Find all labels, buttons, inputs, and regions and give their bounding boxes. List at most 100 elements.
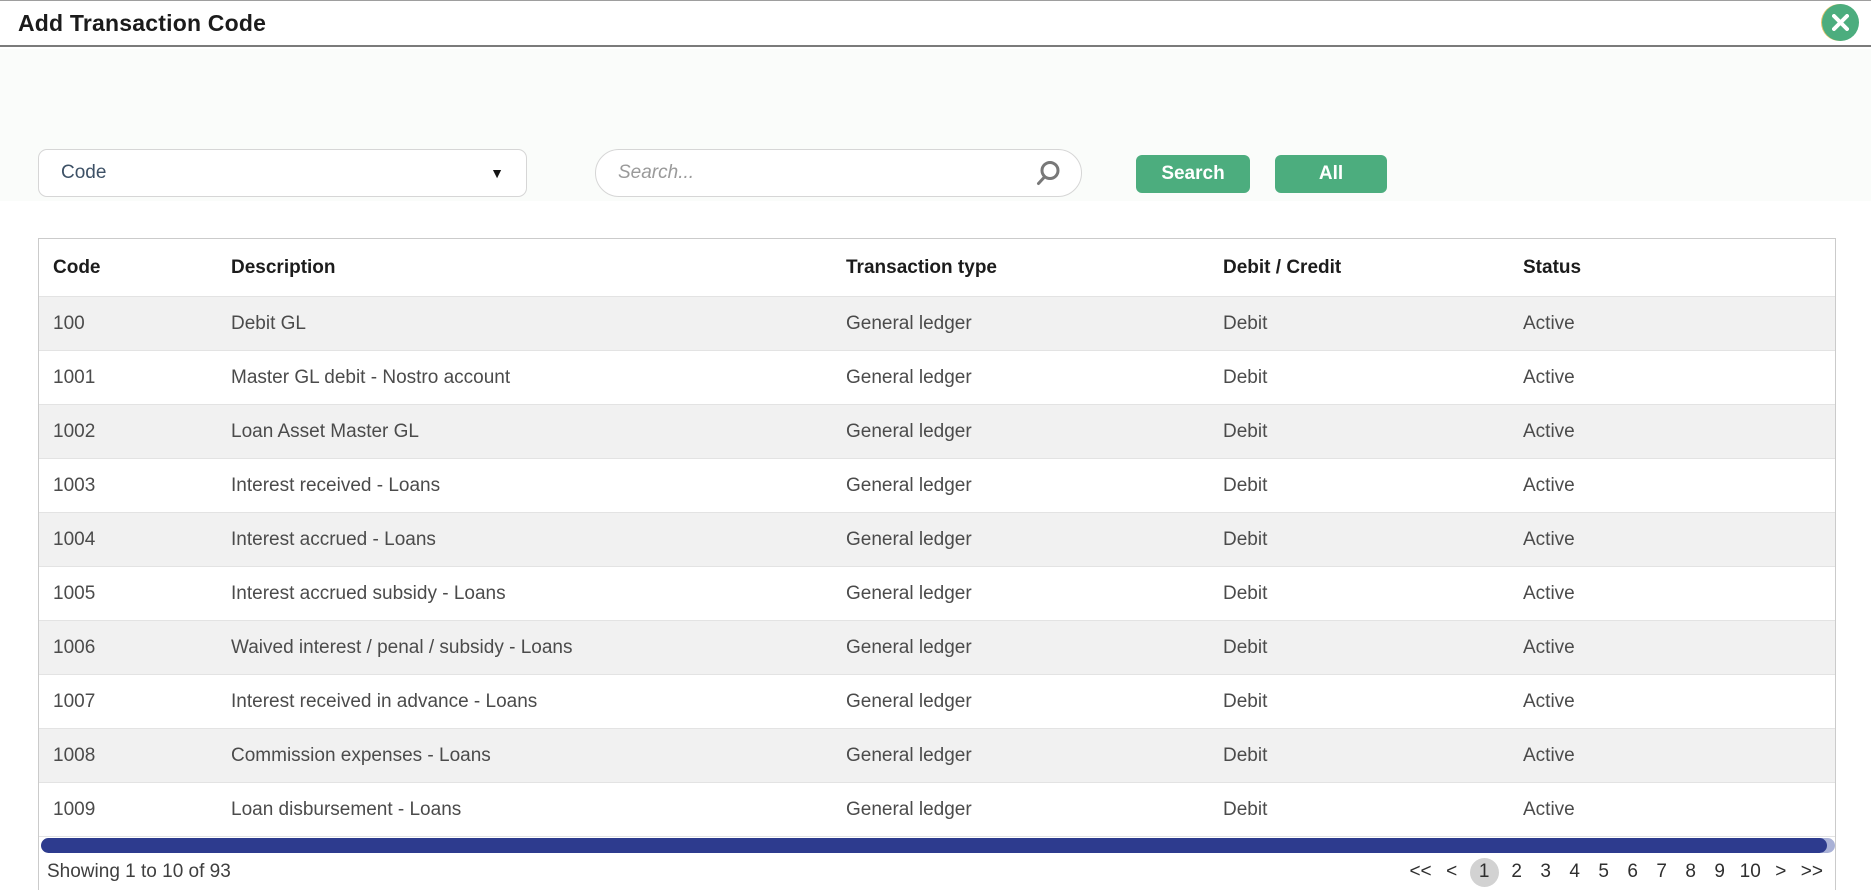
cell-description: Commission expenses - Loans [231, 745, 846, 767]
cell-transaction-type: General ledger [846, 313, 1223, 335]
cell-code: 1002 [53, 421, 231, 443]
page-button-2[interactable]: 2 [1506, 858, 1528, 887]
cell-code: 1004 [53, 529, 231, 551]
table-row[interactable]: 1004 Interest accrued - Loans General le… [39, 513, 1835, 567]
cell-debit-credit: Debit [1223, 691, 1523, 713]
filter-bar: Code ▼ Search All [0, 49, 1871, 201]
page-button-4[interactable]: 4 [1564, 858, 1586, 887]
cell-description: Interest received - Loans [231, 475, 846, 497]
cell-status: Active [1523, 583, 1835, 605]
transaction-codes-table: Code Description Transaction type Debit … [38, 238, 1836, 890]
column-header-transaction-type: Transaction type [846, 257, 1223, 279]
search-input[interactable] [618, 162, 1033, 184]
page-button-3[interactable]: 3 [1535, 858, 1557, 887]
cell-code: 100 [53, 313, 231, 335]
all-button[interactable]: All [1275, 155, 1387, 193]
cell-transaction-type: General ledger [846, 637, 1223, 659]
cell-debit-credit: Debit [1223, 637, 1523, 659]
cell-debit-credit: Debit [1223, 421, 1523, 443]
cell-transaction-type: General ledger [846, 799, 1223, 821]
search-box [595, 149, 1082, 197]
chevron-down-icon: ▼ [490, 165, 504, 181]
horizontal-scrollbar[interactable] [39, 837, 1835, 854]
cell-transaction-type: General ledger [846, 583, 1223, 605]
cell-description: Interest received in advance - Loans [231, 691, 846, 713]
cell-transaction-type: General ledger [846, 529, 1223, 551]
cell-status: Active [1523, 691, 1835, 713]
column-header-description: Description [231, 257, 846, 279]
table-row[interactable]: 1005 Interest accrued subsidy - Loans Ge… [39, 567, 1835, 621]
cell-description: Debit GL [231, 313, 846, 335]
table-header-row: Code Description Transaction type Debit … [39, 239, 1835, 297]
cell-description: Master GL debit - Nostro account [231, 367, 846, 389]
page-button-8[interactable]: 8 [1680, 858, 1702, 887]
cell-debit-credit: Debit [1223, 475, 1523, 497]
cell-status: Active [1523, 529, 1835, 551]
cell-code: 1007 [53, 691, 231, 713]
column-header-code: Code [53, 257, 231, 279]
close-button[interactable] [1822, 4, 1859, 41]
table-row[interactable]: 1007 Interest received in advance - Loan… [39, 675, 1835, 729]
cell-transaction-type: General ledger [846, 745, 1223, 767]
table-row[interactable]: 1009 Loan disbursement - Loans General l… [39, 783, 1835, 837]
cell-status: Active [1523, 637, 1835, 659]
cell-description: Interest accrued - Loans [231, 529, 846, 551]
page-button-10[interactable]: 10 [1738, 858, 1763, 887]
scrollbar-thumb[interactable] [41, 838, 1827, 853]
pagination: <<<12345678910>>> [1407, 858, 1825, 887]
table-body: 100 Debit GL General ledger Debit Active… [39, 297, 1835, 837]
cell-status: Active [1523, 367, 1835, 389]
cell-code: 1006 [53, 637, 231, 659]
table-row[interactable]: 1001 Master GL debit - Nostro account Ge… [39, 351, 1835, 405]
cell-transaction-type: General ledger [846, 691, 1223, 713]
table-row[interactable]: 1006 Waived interest / penal / subsidy -… [39, 621, 1835, 675]
next-page-button[interactable]: > [1770, 858, 1792, 887]
cell-description: Waived interest / penal / subsidy - Loan… [231, 637, 846, 659]
cell-debit-credit: Debit [1223, 583, 1523, 605]
search-icon [1033, 158, 1063, 188]
field-selector-value: Code [61, 162, 490, 184]
cell-status: Active [1523, 421, 1835, 443]
page-button-5[interactable]: 5 [1593, 858, 1615, 887]
cell-status: Active [1523, 313, 1835, 335]
page-title: Add Transaction Code [18, 10, 266, 37]
table-row[interactable]: 1008 Commission expenses - Loans General… [39, 729, 1835, 783]
cell-status: Active [1523, 745, 1835, 767]
cell-debit-credit: Debit [1223, 529, 1523, 551]
search-button[interactable]: Search [1136, 155, 1250, 193]
cell-status: Active [1523, 799, 1835, 821]
cell-transaction-type: General ledger [846, 421, 1223, 443]
cell-debit-credit: Debit [1223, 799, 1523, 821]
field-selector-dropdown[interactable]: Code ▼ [38, 149, 527, 197]
column-header-debit-credit: Debit / Credit [1223, 257, 1523, 279]
cell-code: 1005 [53, 583, 231, 605]
first-page-button[interactable]: << [1407, 858, 1433, 887]
cell-description: Loan Asset Master GL [231, 421, 846, 443]
table-footer: Showing 1 to 10 of 93 <<<12345678910>>> [39, 854, 1835, 890]
showing-count: Showing 1 to 10 of 93 [47, 861, 231, 883]
column-header-status: Status [1523, 257, 1835, 279]
add-transaction-code-modal: Add Transaction Code Code ▼ Search All C… [0, 0, 1871, 896]
cell-status: Active [1523, 475, 1835, 497]
cell-description: Interest accrued subsidy - Loans [231, 583, 846, 605]
modal-header: Add Transaction Code [0, 1, 1871, 47]
table-row[interactable]: 1002 Loan Asset Master GL General ledger… [39, 405, 1835, 459]
prev-page-button[interactable]: < [1441, 858, 1463, 887]
cell-code: 1009 [53, 799, 231, 821]
cell-code: 1008 [53, 745, 231, 767]
cell-transaction-type: General ledger [846, 367, 1223, 389]
last-page-button[interactable]: >> [1799, 858, 1825, 887]
cell-debit-credit: Debit [1223, 745, 1523, 767]
page-button-1[interactable]: 1 [1470, 858, 1499, 887]
cell-code: 1001 [53, 367, 231, 389]
close-icon [1832, 14, 1849, 31]
table-row[interactable]: 100 Debit GL General ledger Debit Active [39, 297, 1835, 351]
cell-transaction-type: General ledger [846, 475, 1223, 497]
page-button-6[interactable]: 6 [1622, 858, 1644, 887]
cell-debit-credit: Debit [1223, 313, 1523, 335]
table-row[interactable]: 1003 Interest received - Loans General l… [39, 459, 1835, 513]
page-button-9[interactable]: 9 [1709, 858, 1731, 887]
cell-debit-credit: Debit [1223, 367, 1523, 389]
cell-code: 1003 [53, 475, 231, 497]
page-button-7[interactable]: 7 [1651, 858, 1673, 887]
